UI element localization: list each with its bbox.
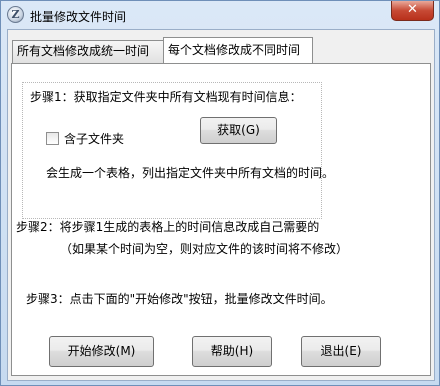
window-title: 批量修改文件时间	[30, 10, 127, 24]
step1-label: 步骤1：获取指定文件夹中所有文档现有时间信息：	[30, 90, 302, 104]
get-button[interactable]: 获取(G)	[200, 117, 277, 144]
include-subfolders-checkbox[interactable]	[46, 132, 59, 145]
step3-label: 步骤3：点击下面的"开始修改"按钮，批量修改文件时间。	[26, 292, 333, 306]
step2-label: 步骤2：将步骤1生成的表格上的时间信息改成自己需要的	[16, 220, 320, 234]
title-bar[interactable]: Z 批量修改文件时间 ✕	[1, 1, 439, 29]
step2-note: （如果某个时间为空，则对应文件的该时间将不修改）	[60, 242, 349, 256]
tab-panel: 步骤1：获取指定文件夹中所有文档现有时间信息： 含子文件夹 获取(G) 会生成一…	[11, 63, 431, 376]
dialog-window: Z 批量修改文件时间 ✕ 所有文档修改成统一时间 每个文档修改成不同时间 步骤1…	[0, 0, 440, 386]
close-button[interactable]: ✕	[391, 1, 434, 21]
exit-button[interactable]: 退出(E)	[301, 336, 381, 367]
app-icon: Z	[7, 6, 24, 23]
dialog-client-area: 所有文档修改成统一时间 每个文档修改成不同时间 步骤1：获取指定文件夹中所有文档…	[7, 29, 435, 381]
tab-different-time[interactable]: 每个文档修改成不同时间	[163, 37, 313, 63]
tab-unified-time[interactable]: 所有文档修改成统一时间	[12, 40, 164, 63]
help-button[interactable]: 帮助(H)	[192, 336, 272, 367]
start-modify-button[interactable]: 开始修改(M)	[49, 336, 154, 367]
include-subfolders-label[interactable]: 含子文件夹	[64, 130, 124, 147]
step1-note: 会生成一个表格，列出指定文件夹中所有文档的时间。	[46, 166, 335, 180]
